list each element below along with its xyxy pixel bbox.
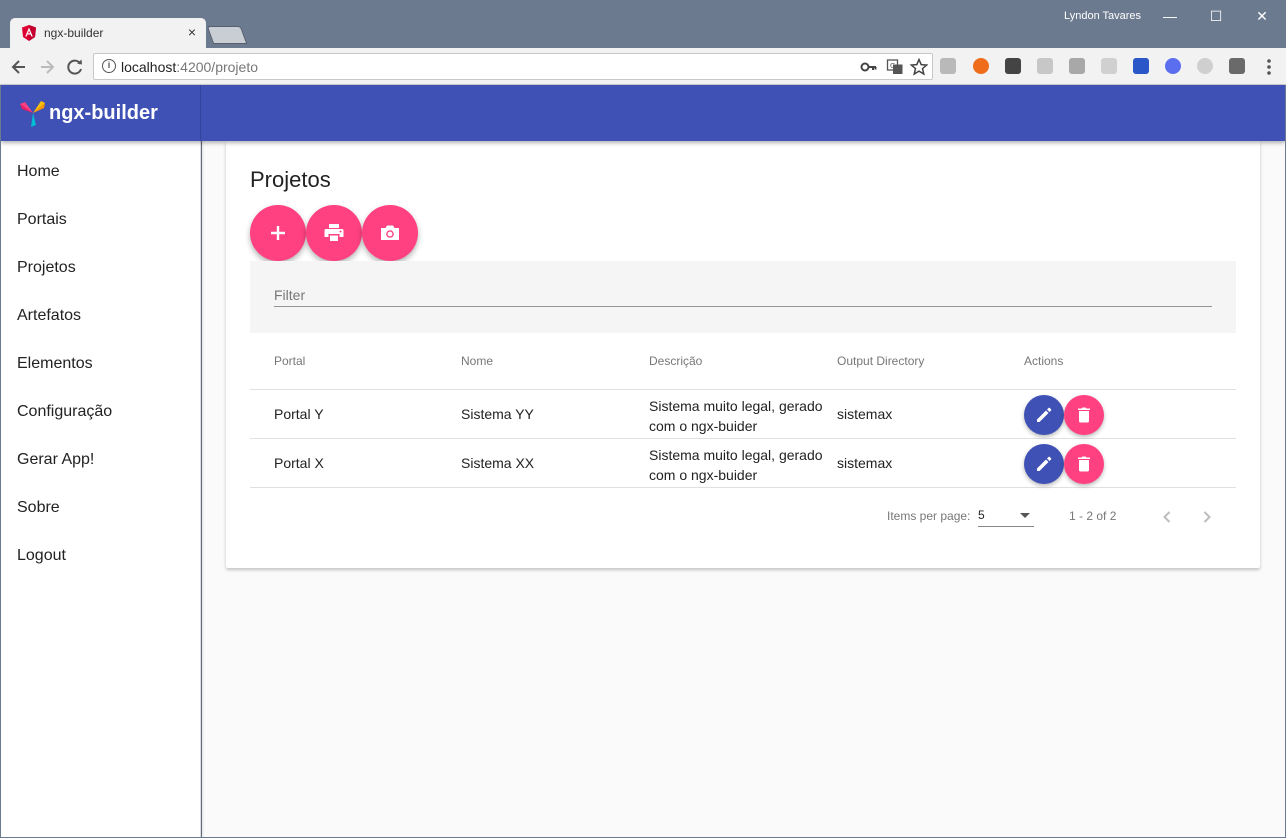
brand[interactable]: ngx-builder — [1, 85, 201, 141]
profile-name[interactable]: Lyndon Tavares — [1064, 10, 1141, 22]
r-extension-icon[interactable] — [1165, 58, 1181, 74]
cell-nome: Sistema XX — [461, 455, 535, 471]
projects-card: Projetos Portal — [226, 141, 1260, 568]
chevron-left-icon — [1163, 511, 1171, 523]
back-icon[interactable] — [8, 56, 30, 78]
add-icon — [271, 226, 285, 240]
menu-icon[interactable] — [1258, 56, 1280, 78]
page-range-label: 1 - 2 of 2 — [1069, 509, 1117, 523]
column-header-actions: Actions — [1024, 354, 1064, 368]
extension-icon[interactable] — [1197, 58, 1213, 74]
nav-item-portais[interactable]: Portais — [1, 196, 200, 244]
nav-item-configuracao[interactable]: Configuração — [1, 388, 200, 436]
chevron-right-icon — [1203, 511, 1211, 523]
cell-portal: Portal Y — [274, 406, 324, 422]
print-button[interactable] — [306, 205, 362, 261]
page-size-value: 5 — [978, 508, 985, 522]
column-header-nome[interactable]: Nome — [461, 354, 493, 368]
cell-nome: Sistema YY — [461, 406, 534, 422]
delete-button[interactable] — [1064, 395, 1104, 435]
table-row: Portal X Sistema XX Sistema muito legal,… — [250, 439, 1236, 488]
minimize-icon[interactable]: — — [1160, 6, 1180, 26]
forward-icon[interactable] — [36, 56, 58, 78]
nav-item-logout[interactable]: Logout — [1, 532, 200, 580]
trash-icon — [1078, 456, 1090, 472]
cell-portal: Portal X — [274, 455, 324, 471]
app-toolbar: ngx-builder — [1, 85, 1285, 141]
brand-title: ngx-builder — [49, 102, 158, 124]
page-title: Projetos — [250, 167, 331, 192]
column-header-portal[interactable]: Portal — [274, 354, 305, 368]
key-icon[interactable] — [860, 58, 878, 76]
main-content: Projetos Portal — [202, 141, 1285, 837]
browser-titlebar: ngx-builder × Lyndon Tavares — ☐ ✕ — [0, 0, 1286, 48]
camera-icon — [381, 225, 399, 240]
colorpicker-extension-icon[interactable] — [1133, 58, 1149, 74]
page-size-select[interactable]: 5 — [978, 505, 1034, 527]
sidenav: Home Portais Projetos Artefatos Elemento… — [1, 141, 201, 837]
edit-button[interactable] — [1024, 444, 1064, 484]
add-button[interactable] — [250, 205, 306, 261]
angular-icon — [22, 25, 36, 41]
screenshot-button[interactable] — [362, 205, 418, 261]
svg-text:G: G — [890, 62, 895, 70]
extension-icon[interactable] — [1037, 58, 1053, 74]
pocket-extension-icon[interactable] — [1005, 58, 1021, 74]
trash-icon — [1078, 407, 1090, 423]
new-tab-button[interactable] — [206, 26, 248, 44]
filter-input[interactable] — [274, 283, 1212, 307]
nav-item-home[interactable]: Home — [1, 148, 200, 196]
nav-item-artefatos[interactable]: Artefatos — [1, 292, 200, 340]
cell-descricao: Sistema muito legal, gerado com o ngx-bui… — [649, 398, 823, 434]
table-header: Portal Nome Descrição Output Directory A… — [250, 333, 1236, 390]
projects-table: Portal Nome Descrição Output Directory A… — [250, 333, 1236, 488]
column-header-output-directory[interactable]: Output Directory — [837, 354, 924, 368]
tab-close-icon[interactable]: × — [188, 24, 196, 40]
close-window-icon[interactable]: ✕ — [1252, 6, 1272, 26]
address-bar[interactable]: i localhost:4200/projeto G — [93, 53, 933, 80]
cell-output-directory: sistemax — [837, 406, 893, 422]
nav-item-elementos[interactable]: Elementos — [1, 340, 200, 388]
paginator: Items per page: 5 1 - 2 of 2 — [250, 491, 1236, 541]
table-row: Portal Y Sistema YY Sistema muito legal,… — [250, 390, 1236, 439]
edit-button[interactable] — [1024, 395, 1064, 435]
items-per-page-label: Items per page: — [887, 509, 971, 523]
filter-container — [250, 261, 1236, 333]
ngx-builder-logo-icon — [20, 101, 45, 127]
ublock-extension-icon[interactable] — [973, 58, 989, 74]
nav-item-gerar-app[interactable]: Gerar App! — [1, 436, 200, 484]
print-icon — [324, 224, 344, 241]
url-text[interactable]: localhost:4200/projeto — [121, 59, 258, 75]
previous-page-button[interactable] — [1153, 503, 1181, 531]
cell-output-directory: sistemax — [837, 455, 893, 471]
edit-icon — [1037, 407, 1052, 422]
pdf-extension-icon[interactable] — [940, 58, 956, 74]
screenshot-extension-icon[interactable] — [1069, 58, 1085, 74]
translate-icon[interactable]: G — [886, 58, 904, 76]
next-page-button[interactable] — [1193, 503, 1221, 531]
delete-button[interactable] — [1064, 444, 1104, 484]
dropdown-arrow-icon — [1020, 513, 1030, 518]
nav-item-sobre[interactable]: Sobre — [1, 484, 200, 532]
browser-tab[interactable]: ngx-builder × — [10, 18, 206, 48]
star-icon[interactable] — [910, 58, 928, 76]
column-header-descricao[interactable]: Descrição — [649, 354, 702, 368]
reload-icon[interactable] — [64, 56, 86, 78]
info-icon[interactable]: i — [102, 59, 116, 73]
document-extension-icon[interactable] — [1101, 58, 1117, 74]
nav-item-projetos[interactable]: Projetos — [1, 244, 200, 292]
tab-title: ngx-builder — [44, 26, 104, 40]
edit-icon — [1037, 456, 1052, 471]
cell-descricao: Sistema muito legal, gerado com o ngx-bui… — [649, 447, 823, 483]
maximize-icon[interactable]: ☐ — [1206, 6, 1226, 26]
browser-toolbar: i localhost:4200/projeto G — [0, 48, 1286, 85]
evernote-extension-icon[interactable] — [1229, 58, 1245, 74]
